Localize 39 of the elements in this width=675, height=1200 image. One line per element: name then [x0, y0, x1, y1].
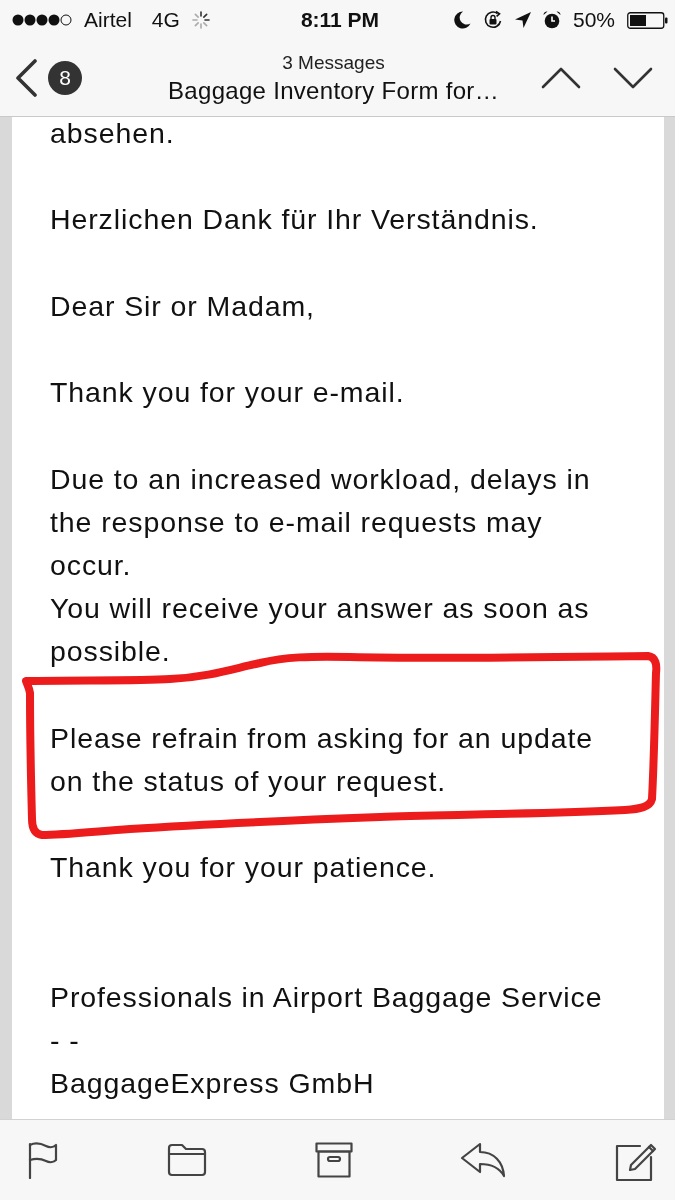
- flag-button[interactable]: [27, 1141, 59, 1179]
- message-count: 3 Messages: [282, 51, 385, 74]
- rotation-lock-icon: [482, 10, 503, 30]
- battery-percentage: 50%: [572, 8, 615, 32]
- reply-arrow-icon: [460, 1142, 507, 1178]
- signal-strength-icon: [12, 14, 72, 26]
- alarm-clock-icon: [542, 11, 561, 29]
- archive-box-icon: [314, 1142, 353, 1178]
- thread-title: Baggage Inventory Form for…: [168, 76, 499, 105]
- flag-icon: [27, 1141, 59, 1179]
- signature-line: BaggageExpress GmbH: [50, 1066, 376, 1102]
- reply-button[interactable]: [460, 1142, 507, 1178]
- network-type: 4G: [151, 8, 180, 32]
- folder-button[interactable]: [166, 1143, 207, 1177]
- moon-icon: [453, 11, 471, 29]
- back-button[interactable]: 8: [14, 59, 82, 97]
- message-text: Thank you for your patience.: [50, 850, 438, 886]
- message-text: Please refrain from asking for an update on the status of your request.: [50, 720, 594, 799]
- next-message-button[interactable]: [613, 67, 653, 89]
- loading-spinner-icon: [191, 11, 210, 29]
- message-text: Thank you for your e-mail.: [50, 375, 406, 411]
- clock-time: 8:11 PM: [300, 8, 380, 32]
- folder-icon: [166, 1143, 207, 1177]
- message-text: Due to an increased workload, delays in the response to e-mail requests may occur.: [50, 461, 592, 583]
- message-text: absehen.: [50, 117, 176, 151]
- archive-button[interactable]: [314, 1142, 353, 1178]
- message-text: Dear Sir or Madam,: [50, 288, 316, 324]
- unread-count-badge: 8: [48, 61, 82, 95]
- message-text: Herzlichen Dank für Ihr Verständnis.: [50, 202, 540, 238]
- carrier-name: Airtel: [84, 8, 132, 32]
- chevron-down-icon: [613, 67, 653, 89]
- previous-message-button[interactable]: [541, 67, 581, 89]
- signature-line: Professionals in Airport Baggage Service: [50, 979, 604, 1015]
- message-text: You will receive your answer as soon as possible.: [50, 591, 591, 670]
- location-arrow-icon: [514, 12, 531, 28]
- chevron-left-icon: [14, 59, 38, 97]
- battery-icon: [627, 11, 668, 29]
- signature-line: - -: [50, 1023, 81, 1059]
- chevron-up-icon: [541, 67, 581, 89]
